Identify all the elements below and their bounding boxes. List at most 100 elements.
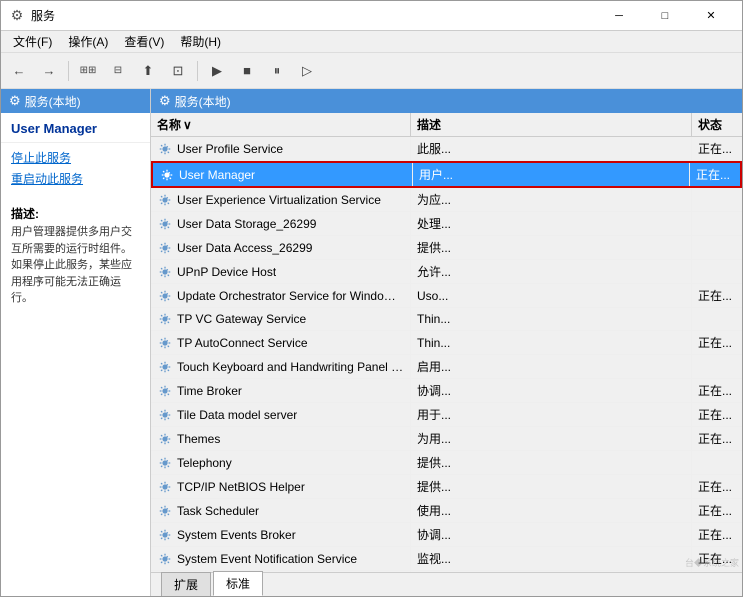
service-icon [157,141,173,157]
cell-desc: 监视... [411,547,692,570]
cell-status: 正在... [692,137,742,160]
restart-service-link[interactable]: 重启动此服务 [11,170,140,187]
maximize-button[interactable]: □ [642,1,688,31]
toolbar-btn-1[interactable]: ⊞⊞ [74,57,102,85]
cell-name: Update Orchestrator Service for Windows … [151,284,411,307]
table-row[interactable]: TCP/IP NetBIOS Helper 提供... 正在... [151,475,742,499]
cell-status: 正在... [692,331,742,354]
service-icon [157,527,173,543]
service-icon [157,359,173,375]
service-name: User Profile Service [177,142,283,156]
toolbar: ← → ⊞⊞ ⊟ ⬆ ⊡ ▶ ■ ⏸ ▷ [1,53,742,89]
cell-desc: 协调... [411,523,692,546]
sidebar: ⚙ 服务(本地) User Manager 停止此服务 重启动此服务 描述: 用… [1,89,151,596]
cell-name: Themes [151,427,411,450]
start-button[interactable]: ▶ [203,57,231,85]
menu-help[interactable]: 帮助(H) [172,31,229,52]
service-name: Telephony [177,456,232,470]
cell-status: 正在... [692,427,742,450]
forward-button[interactable]: → [35,57,63,85]
minimize-button[interactable]: ─ [596,1,642,31]
table-row[interactable]: Telephony 提供... [151,451,742,475]
close-button[interactable]: ✕ [688,1,734,31]
service-icon [157,431,173,447]
menu-view[interactable]: 查看(V) [116,31,172,52]
title-bar: ⚙ 服务 ─ □ ✕ [1,1,742,31]
col-desc[interactable]: 描述 [411,113,692,136]
cell-name: Telephony [151,451,411,474]
right-panel: ⚙ 服务(本地) 名称 ∨ 描述 状态 [151,89,742,596]
service-icon [157,503,173,519]
table-row[interactable]: Touch Keyboard and Handwriting Panel Ser… [151,355,742,379]
cell-name: Task Scheduler [151,499,411,522]
cell-status [692,308,742,330]
table-row[interactable]: UPnP Device Host 允许... [151,260,742,284]
cell-status: 正在... [692,379,742,402]
table-row[interactable]: User Data Access_26299 提供... [151,236,742,260]
table-row[interactable]: System Events Broker 协调... 正在... [151,523,742,547]
service-name: User Data Access_26299 [177,241,312,255]
right-header-text: 服务(本地) [175,93,231,110]
table-row[interactable]: Task Scheduler 使用... 正在... [151,499,742,523]
cell-name: User Manager [153,163,413,186]
cell-desc: 提供... [411,475,692,498]
service-icon [157,551,173,567]
tab-standard[interactable]: 标准 [213,571,263,596]
cell-desc: 此服... [411,137,692,160]
table-row[interactable]: User Data Storage_26299 处理... [151,212,742,236]
sidebar-header-text: 服务(本地) [25,93,81,110]
service-table[interactable]: 名称 ∨ 描述 状态 User [151,113,742,572]
service-icon [157,216,173,232]
cell-status [692,236,742,259]
table-row[interactable]: Update Orchestrator Service for Windows … [151,284,742,308]
tab-expand[interactable]: 扩展 [161,572,211,596]
cell-status: 正在... [692,523,742,546]
window-controls: ─ □ ✕ [596,1,734,31]
table-row[interactable]: System Event Notification Service 监视... … [151,547,742,571]
sidebar-service-name: User Manager [1,113,150,143]
stop-button[interactable]: ■ [233,57,261,85]
toolbar-separator-2 [197,61,198,81]
service-name: User Manager [179,168,255,182]
cell-status: 正在... [692,284,742,307]
table-row[interactable]: Tile Data model server 用于... 正在... [151,403,742,427]
col-status[interactable]: 状态 [692,113,742,136]
table-row[interactable]: Themes 为用... 正在... [151,427,742,451]
resume-button[interactable]: ▷ [293,57,321,85]
stop-service-link[interactable]: 停止此服务 [11,149,140,166]
service-name: Touch Keyboard and Handwriting Panel Ser… [177,360,404,374]
service-name: UPnP Device Host [177,265,276,279]
pause-button[interactable]: ⏸ [263,57,291,85]
table-row[interactable]: TP AutoConnect Service Thin... 正在... [151,331,742,355]
table-row[interactable]: User Profile Service 此服... 正在... [151,137,742,161]
service-icon [157,479,173,495]
service-name: System Event Notification Service [177,552,357,566]
cell-status [692,355,742,378]
table-row[interactable]: Time Broker 协调... 正在... [151,379,742,403]
menu-file[interactable]: 文件(F) [5,31,60,52]
cell-status [692,188,742,211]
table-header: 名称 ∨ 描述 状态 [151,113,742,137]
toolbar-btn-4[interactable]: ⊡ [164,57,192,85]
cell-name: UPnP Device Host [151,260,411,283]
menu-action[interactable]: 操作(A) [60,31,116,52]
table-row[interactable]: User Experience Virtualization Service 为… [151,188,742,212]
table-rows-container: User Profile Service 此服... 正在... User Ma… [151,137,742,572]
cell-status: 正在... [690,163,740,186]
sort-arrow: ∨ [183,118,192,132]
cell-name: Tile Data model server [151,403,411,426]
bottom-tabs: 扩展 标准 [151,572,742,596]
back-button[interactable]: ← [5,57,33,85]
cell-desc: 用于... [411,403,692,426]
cell-name: User Data Access_26299 [151,236,411,259]
col-name[interactable]: 名称 ∨ [151,113,411,136]
table-row[interactable]: TP VC Gateway Service Thin... [151,308,742,331]
service-name: Themes [177,432,220,446]
toolbar-btn-3[interactable]: ⬆ [134,57,162,85]
service-name: TCP/IP NetBIOS Helper [177,480,305,494]
service-name: TP VC Gateway Service [177,312,306,326]
table-row[interactable]: User Manager 用户... 正在... [151,161,742,188]
toolbar-btn-2[interactable]: ⊟ [104,57,132,85]
cell-name: System Event Notification Service [151,547,411,570]
service-icon [157,455,173,471]
